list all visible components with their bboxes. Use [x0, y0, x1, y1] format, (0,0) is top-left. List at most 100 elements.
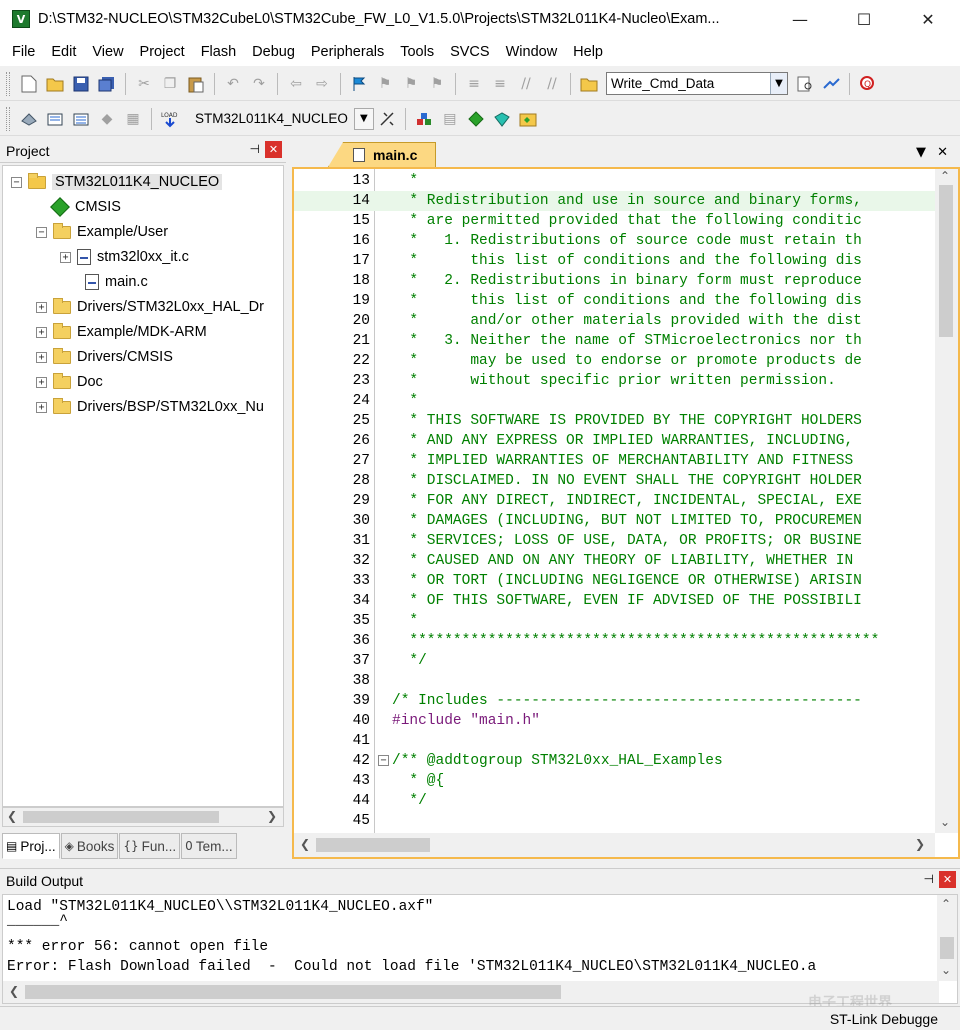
save-all-icon[interactable]	[96, 73, 118, 95]
code-line[interactable]: 37 */	[294, 651, 935, 671]
expand-icon[interactable]: +	[60, 251, 71, 263]
expand-icon[interactable]: +	[36, 376, 47, 388]
code-line[interactable]: 25 * THIS SOFTWARE IS PROVIDED BY THE CO…	[294, 411, 935, 431]
menu-peripherals[interactable]: Peripherals	[303, 44, 392, 60]
code-line[interactable]: 45	[294, 811, 935, 831]
menu-tools[interactable]: Tools	[392, 44, 442, 60]
close-window-button[interactable]: ✕	[896, 0, 960, 38]
code-line[interactable]: 38	[294, 671, 935, 691]
paste-icon[interactable]	[185, 73, 207, 95]
new-file-icon[interactable]	[18, 73, 40, 95]
editor-horizontal-scrollbar[interactable]: ❮ ❯	[294, 833, 935, 857]
code-line[interactable]: 20 * and/or other materials provided wit…	[294, 311, 935, 331]
scroll-up-icon[interactable]: ⌃	[941, 897, 951, 911]
select-packs-icon[interactable]: ▤	[439, 108, 461, 130]
code-line[interactable]: 34 * OF THIS SOFTWARE, EVEN IF ADVISED O…	[294, 591, 935, 611]
toolbar-grip[interactable]	[6, 106, 10, 131]
tab-list-dropdown-icon[interactable]: ▼	[916, 145, 926, 160]
tab-functions[interactable]: {} Fun...	[119, 833, 181, 859]
find-combo[interactable]: Write_Cmd_Data ▼	[606, 72, 788, 95]
fold-collapse-icon[interactable]: −	[378, 755, 389, 766]
code-line[interactable]: 40 #include "main.h"	[294, 711, 935, 731]
tree-item-example-user[interactable]: − Example/User	[36, 220, 168, 244]
tree-item-doc[interactable]: + Doc	[36, 370, 103, 394]
close-tab-icon[interactable]: ✕	[937, 145, 948, 160]
code-area[interactable]: 13 * 14 * Redistribution and use in sourc…	[294, 169, 935, 833]
load-download-icon[interactable]: LOAD	[159, 108, 181, 130]
menu-flash[interactable]: Flash	[193, 44, 244, 60]
navigate-forward-icon[interactable]: ⇨	[311, 73, 333, 95]
next-bookmark-icon[interactable]: ⚑	[400, 73, 422, 95]
find-in-files-icon[interactable]	[578, 73, 600, 95]
cut-icon[interactable]: ✂	[133, 73, 155, 95]
menu-window[interactable]: Window	[498, 44, 566, 60]
uncomment-icon[interactable]: //	[541, 73, 563, 95]
code-line[interactable]: 44 */	[294, 791, 935, 811]
tab-main-c[interactable]: main.c	[328, 142, 436, 167]
bookmark-icon[interactable]	[348, 73, 370, 95]
maximize-button[interactable]: ☐	[832, 0, 896, 38]
tree-item-root[interactable]: − STM32L011K4_NUCLEO	[11, 170, 223, 194]
tab-templates[interactable]: 0 Tem...	[181, 833, 237, 859]
navigate-back-icon[interactable]: ⇦	[285, 73, 307, 95]
scrollbar-thumb[interactable]	[940, 937, 954, 959]
tree-item-drivers-cmsis[interactable]: + Drivers/CMSIS	[36, 345, 173, 369]
close-panel-icon[interactable]: ✕	[939, 871, 956, 888]
code-line[interactable]: 28 * DISCLAIMED. IN NO EVENT SHALL THE C…	[294, 471, 935, 491]
tree-item-drivers-bsp[interactable]: + Drivers/BSP/STM32L0xx_Nu	[36, 395, 264, 419]
scroll-down-icon[interactable]: ⌄	[941, 963, 951, 977]
code-line[interactable]: 19 * this list of conditions and the fol…	[294, 291, 935, 311]
batch-build-icon[interactable]: ◆	[96, 108, 118, 130]
target-select[interactable]: STM32L011K4_NUCLEO	[189, 107, 354, 131]
expand-icon[interactable]: +	[36, 401, 47, 413]
code-line[interactable]: 22 * may be used to endorse or promote p…	[294, 351, 935, 371]
scroll-right-icon[interactable]: ❯	[267, 809, 277, 823]
menu-view[interactable]: View	[84, 44, 131, 60]
pack-installer-icon[interactable]	[491, 108, 513, 130]
menu-svcs[interactable]: SVCS	[442, 44, 498, 60]
unindent-icon[interactable]: ≡	[489, 73, 511, 95]
manage-project-items-icon[interactable]	[413, 108, 435, 130]
translate-icon[interactable]	[18, 108, 40, 130]
code-line[interactable]: 14 * Redistribution and use in source an…	[294, 191, 935, 211]
build-icon[interactable]	[44, 108, 66, 130]
menu-help[interactable]: Help	[565, 44, 611, 60]
clear-bookmarks-icon[interactable]: ⚑	[426, 73, 448, 95]
scrollbar-thumb[interactable]	[939, 185, 953, 337]
copy-icon[interactable]: ❐	[159, 73, 181, 95]
project-horizontal-scrollbar[interactable]: ❮ ❯	[2, 807, 284, 827]
menu-debug[interactable]: Debug	[244, 44, 303, 60]
code-line[interactable]: 23 * without specific prior written perm…	[294, 371, 935, 391]
scroll-left-icon[interactable]: ❮	[9, 984, 19, 998]
chevron-down-icon[interactable]: ▼	[770, 73, 787, 94]
scroll-left-icon[interactable]: ❮	[7, 809, 17, 823]
menu-project[interactable]: Project	[132, 44, 193, 60]
scrollbar-thumb[interactable]	[25, 985, 561, 999]
code-line[interactable]: 17 * this list of conditions and the fol…	[294, 251, 935, 271]
collapse-icon[interactable]: −	[36, 226, 47, 238]
tab-books[interactable]: ◈ Books	[60, 833, 119, 859]
tree-item-main-c[interactable]: main.c	[85, 270, 148, 294]
redo-icon[interactable]: ↷	[248, 73, 270, 95]
scrollbar-thumb[interactable]	[316, 838, 430, 852]
editor-vertical-scrollbar[interactable]: ⌃ ⌄	[935, 169, 958, 833]
target-options-icon[interactable]	[376, 108, 398, 130]
pin-icon[interactable]: ⊣	[924, 872, 934, 886]
search-debug-icon[interactable]: Q	[857, 73, 879, 95]
scrollbar-thumb[interactable]	[23, 811, 219, 823]
expand-icon[interactable]: +	[36, 301, 47, 313]
toolbar-grip[interactable]	[6, 71, 10, 96]
code-line[interactable]: 21 * 3. Neither the name of STMicroelect…	[294, 331, 935, 351]
tree-item-drivers-hal[interactable]: + Drivers/STM32L0xx_HAL_Dr	[36, 295, 264, 319]
pin-icon[interactable]: ⊣	[250, 142, 260, 156]
minimize-button[interactable]: —	[768, 0, 832, 38]
expand-icon[interactable]: +	[36, 326, 47, 338]
prev-bookmark-icon[interactable]: ⚑	[374, 73, 396, 95]
code-line[interactable]: 30 * DAMAGES (INCLUDING, BUT NOT LIMITED…	[294, 511, 935, 531]
scroll-left-icon[interactable]: ❮	[300, 837, 310, 851]
code-line[interactable]: 33 * OR TORT (INCLUDING NEGLIGENCE OR OT…	[294, 571, 935, 591]
manage-rte-icon[interactable]	[465, 108, 487, 130]
code-editor[interactable]: 13 * 14 * Redistribution and use in sourc…	[292, 167, 960, 859]
expand-icon[interactable]: +	[36, 351, 47, 363]
code-line[interactable]: 39 /* Includes --------------------------…	[294, 691, 935, 711]
